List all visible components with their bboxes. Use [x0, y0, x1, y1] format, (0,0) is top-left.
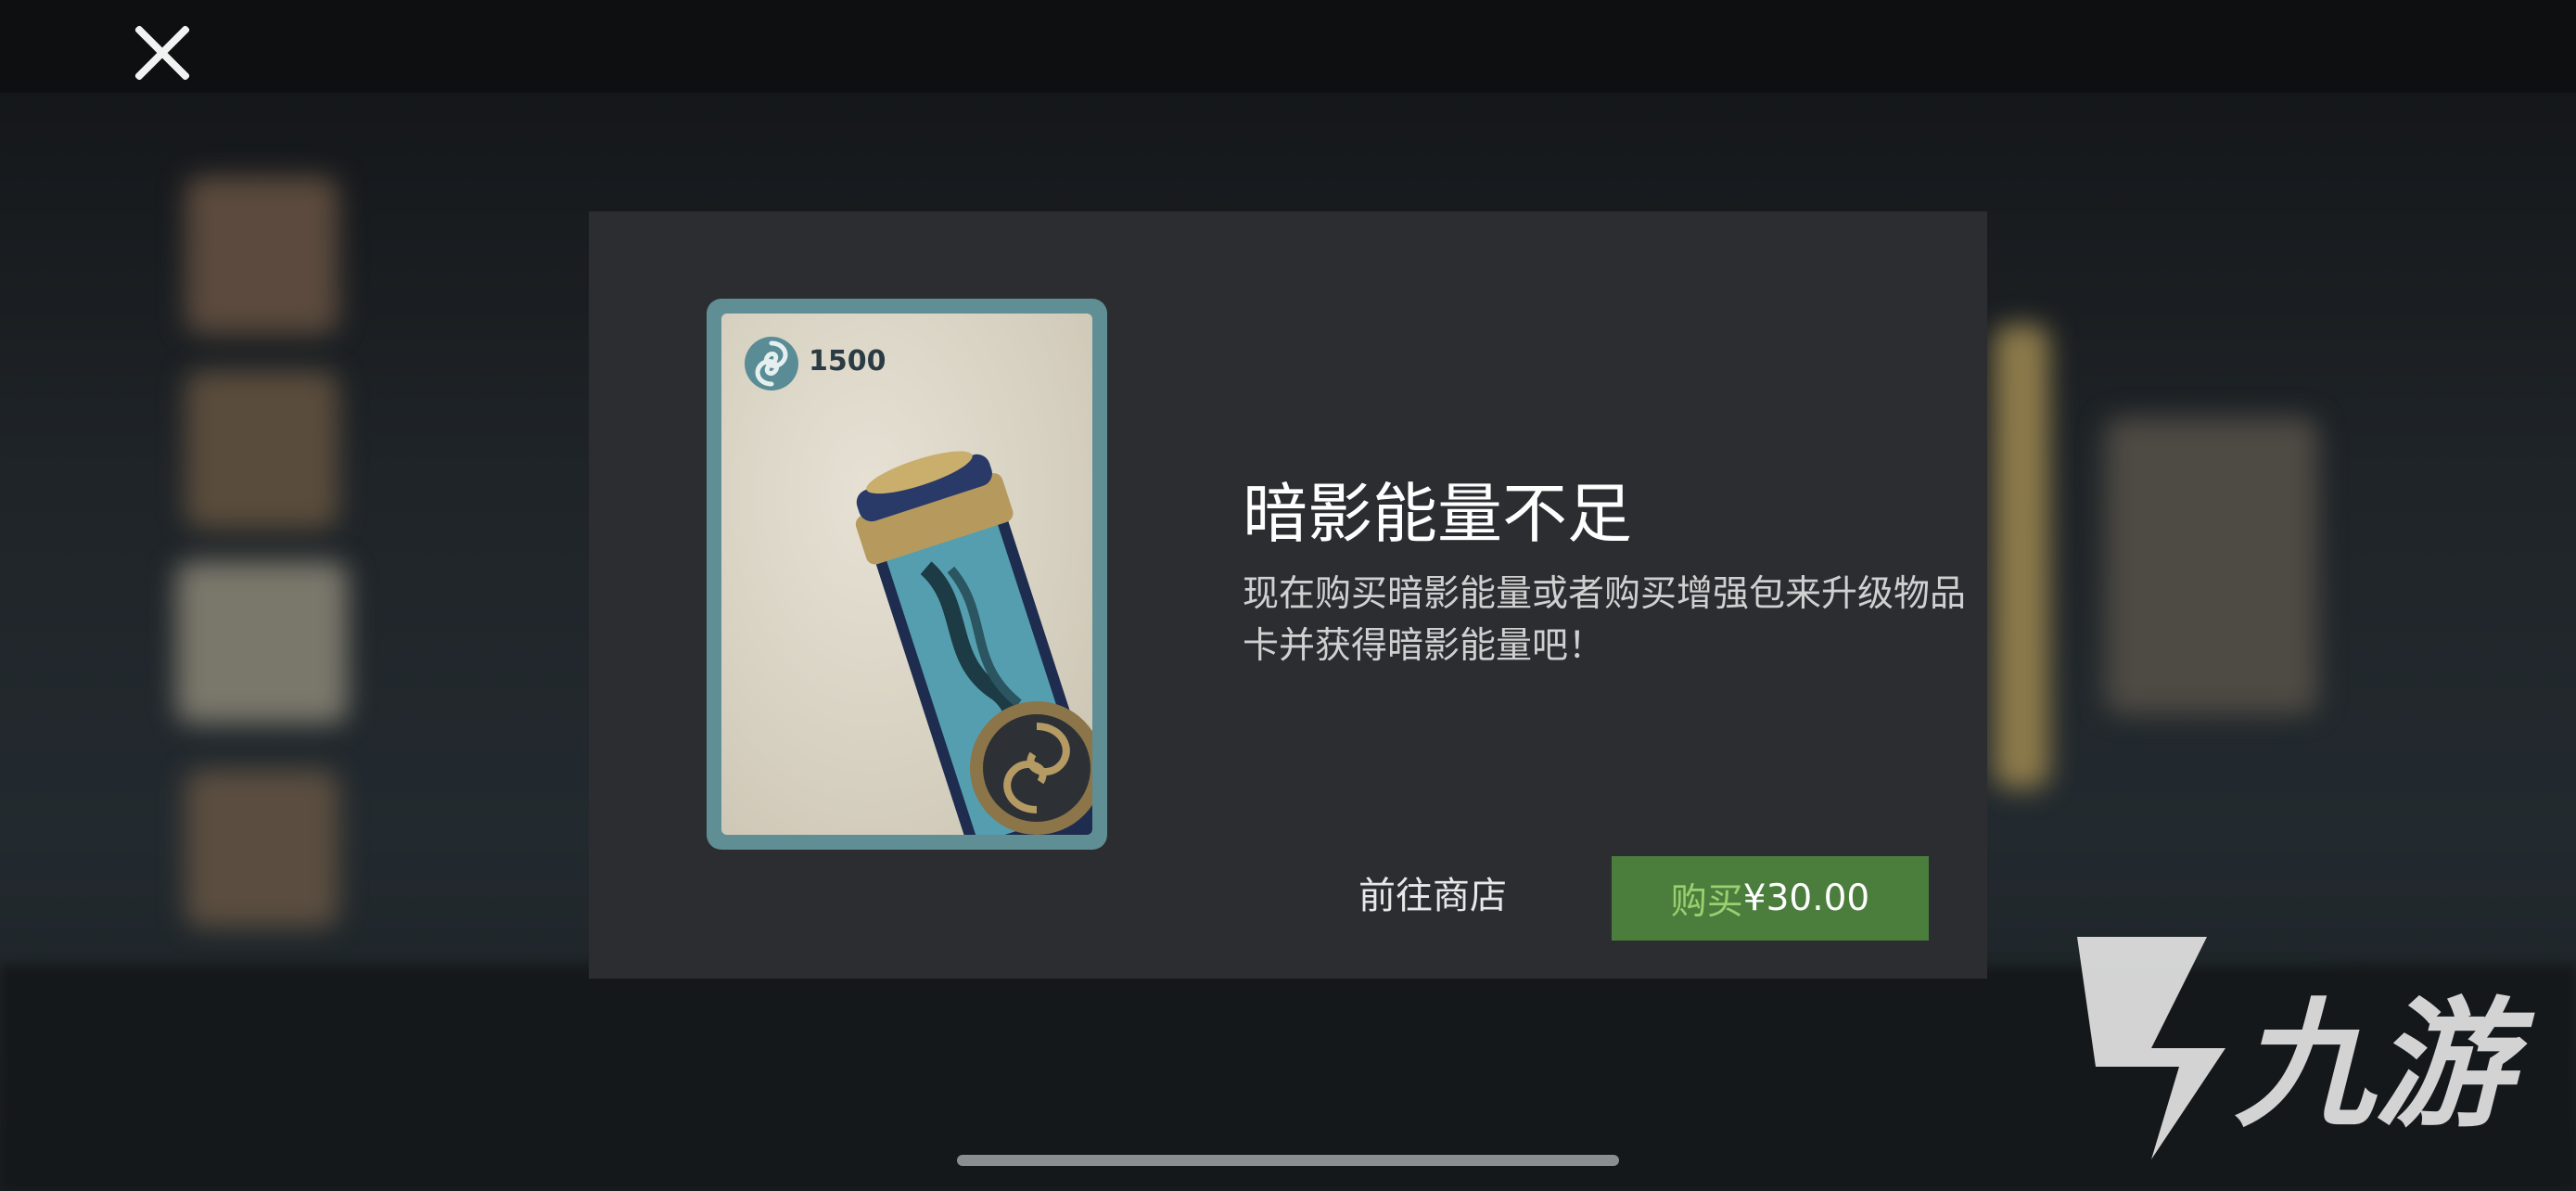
go-to-store-button[interactable]: 前往商店: [1294, 858, 1572, 927]
buy-button-label: 购买: [1670, 880, 1743, 923]
insufficient-energy-dialog: 1500 暗影能量不足 现在购买暗影能量或者购买增强包来升级物品卡并获得暗影能量…: [589, 211, 1987, 979]
home-indicator: [957, 1155, 1619, 1166]
card-cost: 1500: [809, 345, 886, 378]
dialog-title: 暗影能量不足: [1243, 476, 1632, 552]
shadow-energy-vial-image: [855, 451, 1092, 835]
close-icon[interactable]: [130, 20, 195, 85]
dialog-description: 现在购买暗影能量或者购买增强包来升级物品卡并获得暗影能量吧！: [1243, 573, 1967, 667]
background-card-3: [176, 561, 348, 724]
jiuyou-watermark-logo: 九游: [2077, 937, 2535, 1159]
watermark-text: 九游: [2235, 985, 2535, 1146]
background-card-1: [185, 176, 338, 334]
background-top-bar: [0, 0, 2576, 93]
background-card-2: [185, 371, 338, 529]
background-panel-right: [1994, 325, 2049, 788]
shadow-energy-icon: [745, 337, 798, 391]
item-card-face: 1500: [721, 314, 1092, 835]
item-card: 1500: [707, 299, 1107, 850]
background-card-4: [185, 770, 338, 928]
buy-button[interactable]: 购买 ¥30.00: [1612, 856, 1929, 941]
background-card-right: [2105, 417, 2318, 714]
buy-button-price: ¥30.00: [1742, 877, 1870, 919]
